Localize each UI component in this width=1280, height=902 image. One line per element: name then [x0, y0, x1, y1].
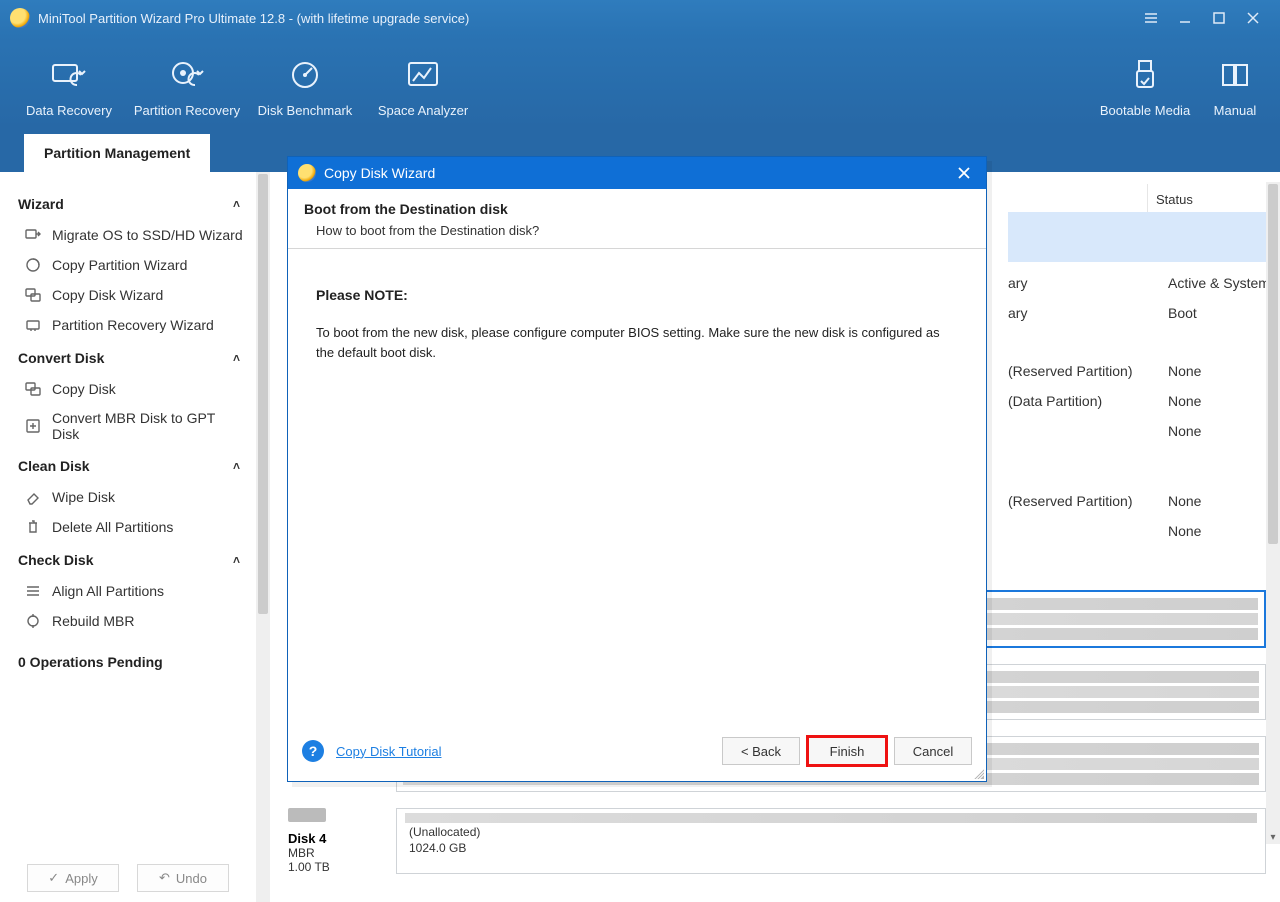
copy-disk-wizard-dialog: Copy Disk Wizard Boot from the Destinati… — [287, 156, 987, 782]
app-logo-icon — [298, 164, 316, 182]
cancel-button[interactable]: Cancel — [894, 737, 972, 765]
note-body: To boot from the new disk, please config… — [316, 323, 958, 363]
help-icon[interactable]: ? — [302, 740, 324, 762]
note-label: Please NOTE: — [316, 285, 958, 307]
dialog-titlebar[interactable]: Copy Disk Wizard — [288, 157, 986, 189]
dialog-body: Please NOTE: To boot from the new disk, … — [288, 249, 986, 721]
dialog-close-button[interactable] — [952, 161, 976, 185]
resize-grip-icon[interactable] — [972, 767, 984, 779]
copy-disk-tutorial-link[interactable]: Copy Disk Tutorial — [336, 744, 441, 759]
dialog-footer: ? Copy Disk Tutorial < Back Finish Cance… — [288, 721, 986, 781]
dialog-subheading: How to boot from the Destination disk? — [304, 217, 970, 238]
finish-button[interactable]: Finish — [808, 737, 886, 765]
back-button[interactable]: < Back — [722, 737, 800, 765]
dialog-title: Copy Disk Wizard — [324, 165, 435, 181]
dialog-header: Boot from the Destination disk How to bo… — [288, 189, 986, 249]
dialog-heading: Boot from the Destination disk — [304, 201, 970, 217]
